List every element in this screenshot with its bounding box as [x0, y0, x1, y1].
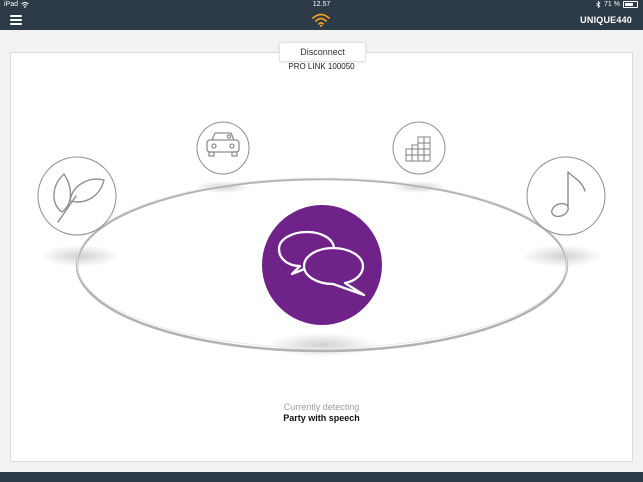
detected-program-name: Party with speech	[283, 413, 360, 423]
detection-label: Currently detecting	[283, 402, 360, 412]
program-car-button[interactable]	[196, 121, 250, 175]
program-building-button[interactable]	[392, 121, 446, 175]
shadow	[267, 333, 377, 357]
shadow	[40, 245, 120, 267]
program-party-speech-button[interactable]	[262, 205, 382, 325]
bottom-bar	[0, 472, 643, 482]
program-music-button[interactable]	[526, 156, 606, 236]
program-leaf-button[interactable]	[37, 156, 117, 236]
